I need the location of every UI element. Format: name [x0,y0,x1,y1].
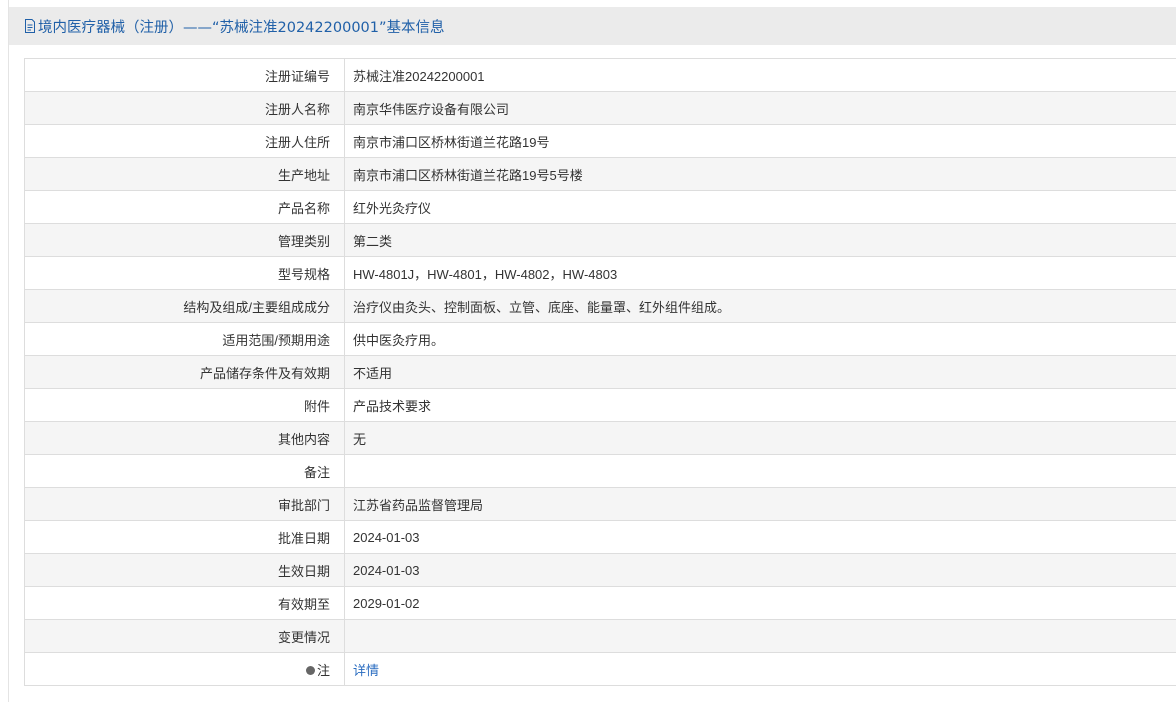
field-label: 注册人名称 [24,91,345,125]
document-icon [24,19,36,33]
field-label: 有效期至 [24,586,345,620]
info-row: 管理类别 第二类 [24,223,1176,257]
info-row: 附件 产品技术要求 [24,388,1176,422]
info-row: 有效期至 2029-01-02 [24,586,1176,620]
note-row: 注 详情 [24,652,1176,686]
field-label: 适用范围/预期用途 [24,322,345,356]
info-row: 产品储存条件及有效期 不适用 [24,355,1176,389]
field-value: 第二类 [344,223,1176,257]
field-label: 管理类别 [24,223,345,257]
field-value: HW-4801J，HW-4801，HW-4802，HW-4803 [344,256,1176,290]
field-value: 2029-01-02 [344,586,1176,620]
info-row: 审批部门 江苏省药品监督管理局 [24,487,1176,521]
field-label: 型号规格 [24,256,345,290]
info-table: 注册证编号 苏械注准20242200001 注册人名称 南京华伟医疗设备有限公司 注册人… [24,58,1176,686]
field-value: 苏械注准20242200001 [344,58,1176,92]
field-label: 生产地址 [24,157,345,191]
field-value: 产品技术要求 [344,388,1176,422]
field-value: 江苏省药品监督管理局 [344,487,1176,521]
field-value: 无 [344,421,1176,455]
field-label: 生效日期 [24,553,345,587]
field-value: 南京市浦口区桥林街道兰花路19号5号楼 [344,157,1176,191]
info-row: 生效日期 2024-01-03 [24,553,1176,587]
field-label: 审批部门 [24,487,345,521]
page-header: 境内医疗器械（注册）——“苏械注准20242200001”基本信息 [9,7,1176,45]
left-border [8,0,9,702]
info-row: 批准日期 2024-01-03 [24,520,1176,554]
info-row: 适用范围/预期用途 供中医灸疗用。 [24,322,1176,356]
field-value: 2024-01-03 [344,520,1176,554]
field-value: 供中医灸疗用。 [344,322,1176,356]
field-value: 2024-01-03 [344,553,1176,587]
field-value [344,619,1176,653]
field-label: 变更情况 [24,619,345,653]
info-row: 结构及组成/主要组成成分 治疗仪由灸头、控制面板、立管、底座、能量罩、红外组件组成… [24,289,1176,323]
info-row: 产品名称 红外光灸疗仪 [24,190,1176,224]
info-row: 注册人住所 南京市浦口区桥林街道兰花路19号 [24,124,1176,158]
info-row: 变更情况 [24,619,1176,653]
info-row: 其他内容无 [24,421,1176,455]
field-label: 产品储存条件及有效期 [24,355,345,389]
field-value: 南京市浦口区桥林街道兰花路19号 [344,124,1176,158]
info-row: 型号规格 HW-4801J，HW-4801，HW-4802，HW-4803 [24,256,1176,290]
info-dot-icon [305,665,315,675]
field-value: 红外光灸疗仪 [344,190,1176,224]
page-title: 境内医疗器械（注册）——“苏械注准20242200001”基本信息 [38,19,445,36]
info-row: 注册人名称 南京华伟医疗设备有限公司 [24,91,1176,125]
info-row: 生产地址 南京市浦口区桥林街道兰花路19号5号楼 [24,157,1176,191]
field-value [344,454,1176,488]
field-label: 其他内容 [24,421,345,455]
field-value: 南京华伟医疗设备有限公司 [344,91,1176,125]
field-value: 治疗仪由灸头、控制面板、立管、底座、能量罩、红外组件组成。 [344,289,1176,323]
field-label: 批准日期 [24,520,345,554]
info-row: 备注 [24,454,1176,488]
info-row: 注册证编号 苏械注准20242200001 [24,58,1176,92]
note-value-cell: 详情 [344,652,1176,686]
note-label: 注 [316,662,330,678]
field-label: 结构及组成/主要组成成分 [24,289,345,323]
field-label: 注册人住所 [24,124,345,158]
details-link[interactable]: 详情 [353,663,379,678]
field-label: 备注 [24,454,345,488]
field-label: 注册证编号 [24,58,345,92]
field-label: 产品名称 [24,190,345,224]
field-value: 不适用 [344,355,1176,389]
field-label: 附件 [24,388,345,422]
note-label-cell: 注 [24,652,345,686]
